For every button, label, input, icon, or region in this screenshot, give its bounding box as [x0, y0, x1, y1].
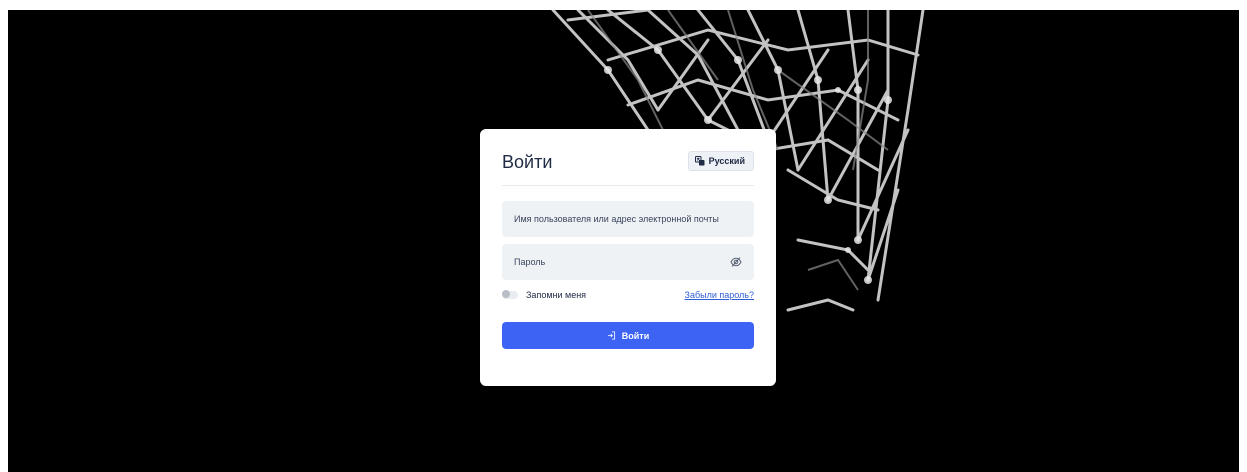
login-header: Войти Русский — [502, 149, 754, 186]
language-label: Русский — [708, 156, 745, 166]
toggle-switch[interactable] — [502, 290, 518, 299]
username-field-container — [502, 201, 754, 237]
password-field-container — [502, 244, 754, 280]
login-icon — [607, 331, 615, 340]
remember-me-label: Запомни меня — [526, 290, 587, 300]
forgot-password-link[interactable]: Забыли пароль? — [685, 290, 754, 300]
remember-me-toggle[interactable]: Запомни меня — [502, 290, 586, 300]
login-card: Войти Русский Запомни меня Забыли паро — [480, 129, 776, 386]
toggle-knob — [502, 290, 510, 298]
login-submit-button[interactable]: Войти — [502, 322, 754, 349]
password-input[interactable] — [514, 244, 730, 280]
language-select-button[interactable]: Русский — [687, 151, 754, 171]
language-icon — [694, 156, 705, 166]
page-title: Войти — [502, 152, 553, 172]
username-input[interactable] — [514, 201, 742, 237]
eye-off-icon[interactable] — [730, 256, 742, 268]
login-options-row: Запомни меня Забыли пароль? — [502, 288, 754, 302]
login-submit-label: Войти — [621, 330, 650, 341]
